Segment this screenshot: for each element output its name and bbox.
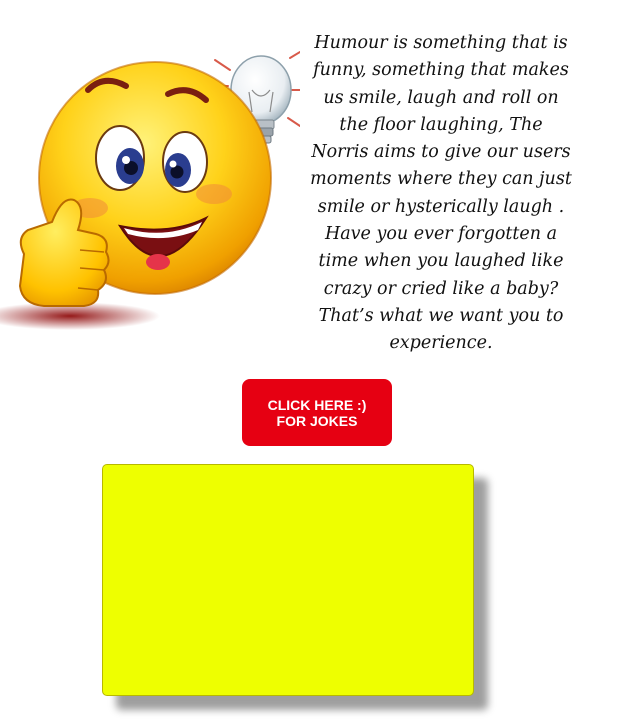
joke-display-panel: [102, 464, 474, 696]
click-here-for-jokes-button[interactable]: CLICK HERE :) FOR JOKES: [242, 379, 392, 446]
intro-paragraph: Humour is something that is funny, somet…: [310, 33, 572, 354]
thumbs-up-idea-emoji-icon: [0, 50, 301, 340]
page: Humour is something that is funny, somet…: [0, 0, 628, 721]
button-label: CLICK HERE :) FOR JOKES: [267, 396, 367, 429]
